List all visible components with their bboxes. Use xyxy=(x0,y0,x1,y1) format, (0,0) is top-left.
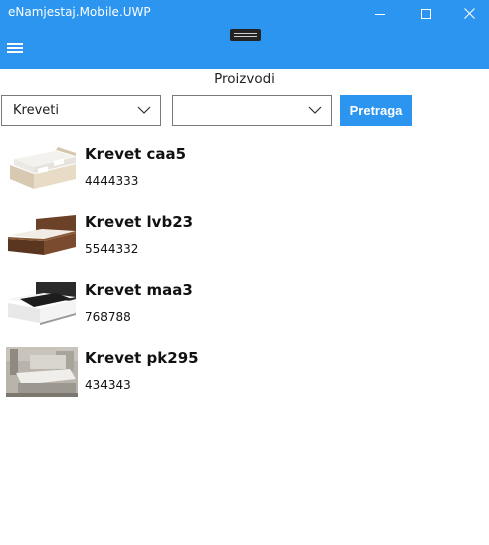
product-code: 5544332 xyxy=(85,242,139,256)
search-button[interactable]: Pretraga xyxy=(340,95,412,126)
maximize-button[interactable] xyxy=(403,0,449,27)
maximize-icon xyxy=(421,8,431,19)
navigation-bar xyxy=(0,27,489,69)
category-dropdown[interactable]: Kreveti xyxy=(1,95,161,126)
window-drag-handle-icon[interactable] xyxy=(230,29,261,41)
product-name: Krevet caa5 xyxy=(85,145,187,163)
product-name: Krevet pk295 xyxy=(85,349,199,367)
product-code: 434343 xyxy=(85,378,131,392)
product-code: 768788 xyxy=(85,310,131,324)
bed-white-icon xyxy=(6,143,78,193)
title-bar: eNamjestaj.Mobile.UWP xyxy=(0,0,489,27)
hamburger-menu-icon[interactable] xyxy=(7,43,24,55)
product-name: Krevet lvb23 xyxy=(85,213,194,231)
chevron-down-icon xyxy=(308,106,322,114)
minimize-icon xyxy=(375,13,385,15)
product-name: Krevet maa3 xyxy=(85,281,193,299)
page-title: Proizvodi xyxy=(214,71,275,87)
list-item[interactable]: Krevet pk295 434343 xyxy=(0,341,489,401)
list-item[interactable]: Krevet maa3 768788 xyxy=(0,273,489,333)
bed-black-icon xyxy=(6,279,78,329)
product-code: 4444333 xyxy=(85,174,139,188)
app-window: eNamjestaj.Mobile.UWP Proizvodi Kreveti … xyxy=(0,0,489,545)
close-icon xyxy=(463,8,475,19)
list-item[interactable]: Krevet caa5 4444333 xyxy=(0,137,489,197)
close-button[interactable] xyxy=(449,0,489,27)
bed-walnut-icon xyxy=(6,211,78,261)
secondary-filter-dropdown[interactable] xyxy=(172,95,332,126)
bed-grey-icon xyxy=(6,347,78,397)
minimize-button[interactable] xyxy=(357,0,403,27)
chevron-down-icon xyxy=(137,106,151,114)
list-item[interactable]: Krevet lvb23 5544332 xyxy=(0,205,489,265)
category-dropdown-value: Kreveti xyxy=(13,103,59,118)
window-title: eNamjestaj.Mobile.UWP xyxy=(8,5,151,19)
